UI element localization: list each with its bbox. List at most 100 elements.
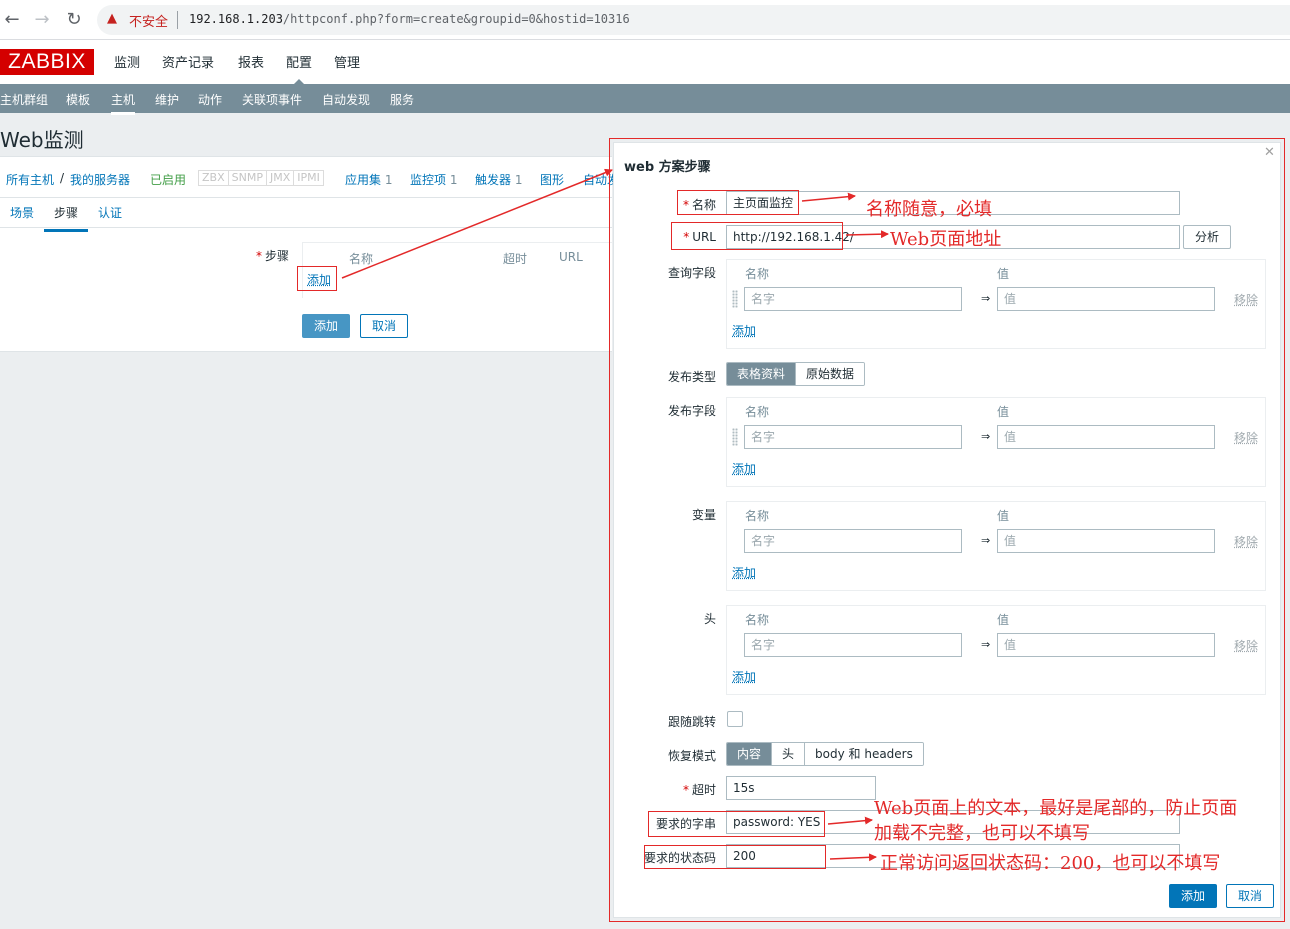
- annotation-box-status-codes: [644, 845, 826, 869]
- timeout-label: * 超时: [683, 781, 716, 798]
- triggers-count: 1: [514, 173, 523, 187]
- pair-add-link[interactable]: 添加: [732, 322, 756, 339]
- sub-item-correlation[interactable]: 关联项事件: [242, 91, 302, 108]
- pair-value-input[interactable]: 值: [997, 425, 1215, 449]
- tab-authentication[interactable]: 认证: [98, 204, 122, 221]
- post-type-form-data[interactable]: 表格资料: [727, 363, 797, 385]
- url-path: /httpconf.php?form=create&groupid=0&host…: [282, 12, 630, 26]
- availability-indicators: ZBX SNMP JMX IPMI: [198, 170, 324, 186]
- top-item-reports[interactable]: 报表: [238, 52, 264, 71]
- pair-arrow: ⇒: [981, 638, 991, 651]
- pair-arrow: ⇒: [981, 534, 991, 547]
- top-item-administration[interactable]: 管理: [334, 52, 360, 71]
- pair-name-header: 名称: [745, 509, 770, 523]
- reload-icon[interactable]: ↻: [62, 8, 86, 32]
- form-tabs: 场景 步骤 认证: [0, 198, 612, 232]
- annotation-string-note-2: 加载不完整，也可以不填写: [874, 823, 1090, 844]
- sub-menu: 主机群组 模板 主机 维护 动作 关联项事件 自动发现 服务: [0, 84, 1290, 115]
- cancel-button[interactable]: 取消: [360, 314, 408, 338]
- pair-remove-link[interactable]: 移除: [1234, 291, 1258, 308]
- dialog-add-button[interactable]: 添加: [1169, 884, 1217, 908]
- add-button[interactable]: 添加: [302, 314, 350, 338]
- pair-add-link[interactable]: 添加: [732, 668, 756, 685]
- all-hosts-link[interactable]: 所有主机: [6, 171, 54, 188]
- retrieve-mode-headers[interactable]: 头: [772, 743, 806, 765]
- retrieve-mode-switch: 内容 头 body 和 headers: [726, 742, 924, 766]
- browser-toolbar: ← → ↻ ▲ 不安全 192.168.1.203/httpconf.php?f…: [0, 0, 1290, 40]
- pair-remove-link[interactable]: 移除: [1234, 533, 1258, 550]
- column-name: 名称: [349, 252, 374, 266]
- column-timeout: 超时: [503, 252, 528, 266]
- pair-value-header: 值: [997, 613, 1010, 627]
- pair-name-header: 名称: [745, 267, 770, 281]
- pair-value-input[interactable]: 值: [997, 287, 1215, 311]
- pair-name-input[interactable]: 名字: [744, 633, 962, 657]
- applications-label: 应用集: [345, 173, 382, 187]
- query-fields-table: 名称 值 名字 ⇒ 值 移除 添加: [726, 259, 1266, 349]
- post-type-raw-data[interactable]: 原始数据: [796, 363, 865, 385]
- address-bar[interactable]: ▲ 不安全 192.168.1.203/httpconf.php?form=cr…: [97, 5, 1290, 35]
- triggers-label: 触发器: [475, 173, 512, 187]
- web-scenario-form: 场景 步骤 认证 * 步骤 名称 超时 URL 添加 添加 取消: [0, 198, 612, 352]
- arrow-right-icon[interactable]: →: [30, 8, 54, 32]
- status-badge[interactable]: 已启用: [150, 171, 186, 188]
- top-item-inventory[interactable]: 资产记录: [162, 52, 214, 71]
- security-label[interactable]: 不安全: [129, 11, 168, 30]
- column-url: URL: [559, 250, 583, 264]
- annotation-url-note: Web页面地址: [890, 229, 1002, 250]
- pair-name-input[interactable]: 名字: [744, 529, 962, 553]
- post-type-label: 发布类型: [667, 370, 716, 384]
- pair-add-link[interactable]: 添加: [732, 564, 756, 581]
- graphs-link[interactable]: 图形: [540, 171, 564, 188]
- close-icon[interactable]: ✕: [1264, 145, 1275, 160]
- items-link[interactable]: 监控项 1: [410, 171, 457, 188]
- dialog-title: web 方案步骤: [624, 160, 711, 175]
- arrow-left-icon[interactable]: ←: [0, 8, 24, 32]
- sub-item-maintenance[interactable]: 维护: [155, 91, 179, 108]
- required-marker: *: [682, 783, 689, 797]
- sub-item-host-groups[interactable]: 主机群组: [0, 91, 48, 108]
- sub-item-discovery[interactable]: 自动发现: [322, 91, 370, 108]
- pair-add-link[interactable]: 添加: [732, 460, 756, 477]
- zabbix-logo[interactable]: ZABBIX: [0, 49, 94, 75]
- steps-label-text: 步骤: [265, 249, 290, 263]
- triggers-link[interactable]: 触发器 1: [475, 171, 522, 188]
- drag-handle-icon[interactable]: [732, 290, 738, 308]
- tab-steps[interactable]: 步骤: [44, 204, 89, 232]
- items-label: 监控项: [410, 173, 447, 187]
- applications-link[interactable]: 应用集 1: [345, 171, 392, 188]
- pair-name-input[interactable]: 名字: [744, 425, 962, 449]
- post-fields-table: 名称 值 名字 ⇒ 值 移除 添加: [726, 397, 1266, 487]
- pair-value-header: 值: [997, 509, 1010, 523]
- sub-item-templates[interactable]: 模板: [66, 91, 90, 108]
- top-item-configuration[interactable]: 配置: [286, 52, 312, 85]
- sub-item-hosts[interactable]: 主机: [111, 91, 136, 115]
- drag-handle-icon[interactable]: [732, 428, 738, 446]
- pair-name-input[interactable]: 名字: [744, 287, 962, 311]
- pair-value-input[interactable]: 值: [997, 529, 1215, 553]
- follow-redirects-checkbox[interactable]: [727, 711, 743, 727]
- annotation-status-note: 正常访问返回状态码：200，也可以不填写: [880, 853, 1221, 874]
- items-count: 1: [449, 173, 458, 187]
- pair-remove-link[interactable]: 移除: [1234, 429, 1258, 446]
- pair-remove-link[interactable]: 移除: [1234, 637, 1258, 654]
- applications-count: 1: [384, 173, 393, 187]
- sub-item-services[interactable]: 服务: [390, 91, 414, 108]
- host-name-link[interactable]: 我的服务器: [70, 171, 130, 188]
- post-fields-label: 发布字段: [667, 404, 716, 418]
- url-text[interactable]: 192.168.1.203/httpconf.php?form=create&g…: [189, 12, 630, 26]
- pair-value-input[interactable]: 值: [997, 633, 1215, 657]
- analyze-button[interactable]: 分析: [1183, 225, 1231, 249]
- sub-item-actions[interactable]: 动作: [198, 91, 222, 108]
- tab-scenario[interactable]: 场景: [10, 204, 34, 221]
- dialog-cancel-button[interactable]: 取消: [1226, 884, 1274, 908]
- retrieve-mode-body[interactable]: 内容: [727, 743, 773, 765]
- variables-table: 名称 值 名字 ⇒ 值 移除 添加: [726, 501, 1266, 591]
- availability-zbx: ZBX: [199, 171, 229, 185]
- pair-arrow: ⇒: [981, 292, 991, 305]
- headers-table: 名称 值 名字 ⇒ 值 移除 添加: [726, 605, 1266, 695]
- warning-icon[interactable]: ▲: [107, 12, 121, 26]
- retrieve-mode-both[interactable]: body 和 headers: [805, 743, 923, 765]
- timeout-input[interactable]: 15s: [726, 776, 876, 800]
- top-item-monitoring[interactable]: 监测: [114, 52, 140, 71]
